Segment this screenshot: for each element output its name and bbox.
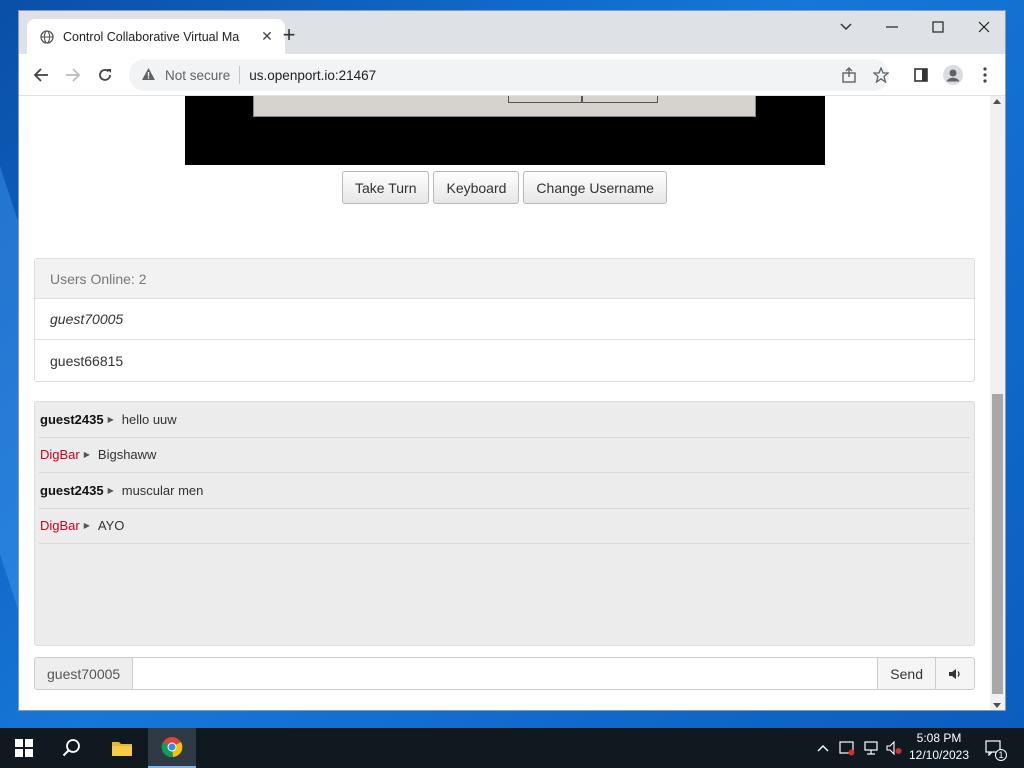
back-icon[interactable] — [29, 63, 53, 87]
user-list-item: guest66815 — [50, 352, 124, 369]
warning-icon[interactable] — [141, 67, 157, 83]
new-tab-icon[interactable]: + — [277, 24, 301, 48]
page-scrollbar[interactable] — [990, 96, 1005, 710]
address-bar[interactable]: Not secure us.openport.io:21467 — [129, 59, 889, 91]
security-label[interactable]: Not secure — [165, 68, 230, 83]
profile-avatar-icon[interactable] — [941, 63, 965, 87]
chat-text: hello uuw — [121, 411, 177, 427]
chat-username: guest2435 — [40, 482, 104, 498]
minimize-icon[interactable] — [869, 11, 915, 43]
users-online-header: Users Online: 2 — [35, 259, 974, 299]
windows-taskbar: 5:08 PM 12/10/2023 1 — [0, 728, 1024, 768]
network-icon[interactable] — [860, 728, 882, 768]
side-panel-icon[interactable] — [909, 63, 933, 87]
vm-display[interactable] — [185, 96, 825, 165]
chat-log[interactable]: guest2435 ▶ hello uuw DigBar ▶ Bigshaww … — [34, 401, 975, 646]
chat-message: guest2435 ▶ muscular men — [39, 473, 970, 509]
notification-icon[interactable]: 1 — [982, 728, 1007, 768]
chat-username: guest2435 — [40, 411, 104, 427]
maximize-icon[interactable] — [915, 11, 961, 43]
chat-username: DigBar — [40, 518, 80, 534]
browser-titlebar: Control Collaborative Virtual Ma ✕ + — [19, 11, 1005, 54]
share-icon[interactable] — [837, 63, 861, 87]
bookmark-star-icon[interactable] — [869, 63, 893, 87]
volume-icon[interactable] — [936, 657, 975, 690]
caret-right-icon: ▶ — [83, 450, 90, 460]
chat-message: DigBar ▶ AYO — [39, 509, 970, 544]
chat-text: muscular men — [121, 482, 204, 498]
browser-tab[interactable]: Control Collaborative Virtual Ma ✕ — [27, 19, 285, 54]
chat-message: DigBar ▶ Bigshaww — [39, 438, 970, 473]
taskbar-clock[interactable]: 5:08 PM 12/10/2023 — [902, 730, 976, 766]
chat-input-row: guest70005 Send — [34, 657, 975, 690]
url-text[interactable]: us.openport.io:21467 — [249, 68, 376, 83]
browser-window: Control Collaborative Virtual Ma ✕ + Not… — [18, 10, 1006, 711]
chat-text: Bigshaww — [97, 447, 157, 463]
browser-toolbar: Not secure us.openport.io:21467 — [19, 54, 1005, 96]
scroll-down-icon[interactable] — [993, 703, 1001, 708]
send-button[interactable]: Send — [877, 657, 936, 690]
tab-search-chevron-icon[interactable] — [823, 11, 869, 43]
keyboard-button[interactable]: Keyboard — [433, 171, 520, 204]
page-viewport: Take Turn Keyboard Change Username Users… — [19, 96, 1005, 710]
chrome-icon[interactable] — [148, 728, 196, 768]
tray-chevron-up-icon[interactable] — [814, 728, 832, 768]
chat-message: guest2435 ▶ hello uuw — [39, 402, 970, 438]
scrollbar-thumb[interactable] — [992, 394, 1003, 694]
scroll-up-icon[interactable] — [993, 99, 1001, 104]
tab-title: Control Collaborative Virtual Ma — [63, 29, 240, 44]
user-list-item: guest70005 — [35, 299, 974, 340]
forward-icon[interactable] — [61, 63, 85, 87]
address-separator — [239, 66, 241, 84]
security-center-icon[interactable] — [836, 728, 858, 768]
users-online-panel: Users Online: 2 guest70005 guest66815 — [34, 258, 975, 382]
vm-controls: Take Turn Keyboard Change Username — [342, 171, 667, 204]
chat-text: AYO — [97, 518, 125, 534]
chat-username-addon: guest70005 — [34, 657, 134, 690]
file-explorer-icon[interactable] — [98, 728, 146, 768]
notification-badge: 1 — [995, 749, 1007, 761]
vm-dialog-button — [582, 96, 658, 103]
menu-kebab-icon[interactable] — [973, 63, 997, 87]
caret-right-icon: ▶ — [107, 485, 114, 495]
change-username-button[interactable]: Change Username — [523, 171, 667, 204]
windows-start-icon[interactable] — [0, 728, 48, 768]
take-turn-button[interactable]: Take Turn — [342, 171, 430, 204]
volume-muted-icon[interactable] — [884, 728, 904, 768]
globe-icon — [39, 29, 55, 45]
clock-time: 5:08 PM — [916, 731, 962, 745]
search-icon[interactable] — [48, 728, 96, 768]
close-window-icon[interactable] — [961, 11, 1005, 43]
caret-right-icon: ▶ — [83, 521, 90, 531]
vm-dialog-button — [508, 96, 582, 103]
chat-input[interactable] — [133, 657, 878, 690]
chat-username: DigBar — [40, 447, 80, 463]
reload-icon[interactable] — [93, 63, 117, 87]
vm-dialog-window — [253, 96, 756, 117]
tab-close-icon[interactable]: ✕ — [259, 28, 275, 45]
clock-date: 12/10/2023 — [908, 748, 970, 762]
caret-right-icon: ▶ — [107, 414, 114, 424]
